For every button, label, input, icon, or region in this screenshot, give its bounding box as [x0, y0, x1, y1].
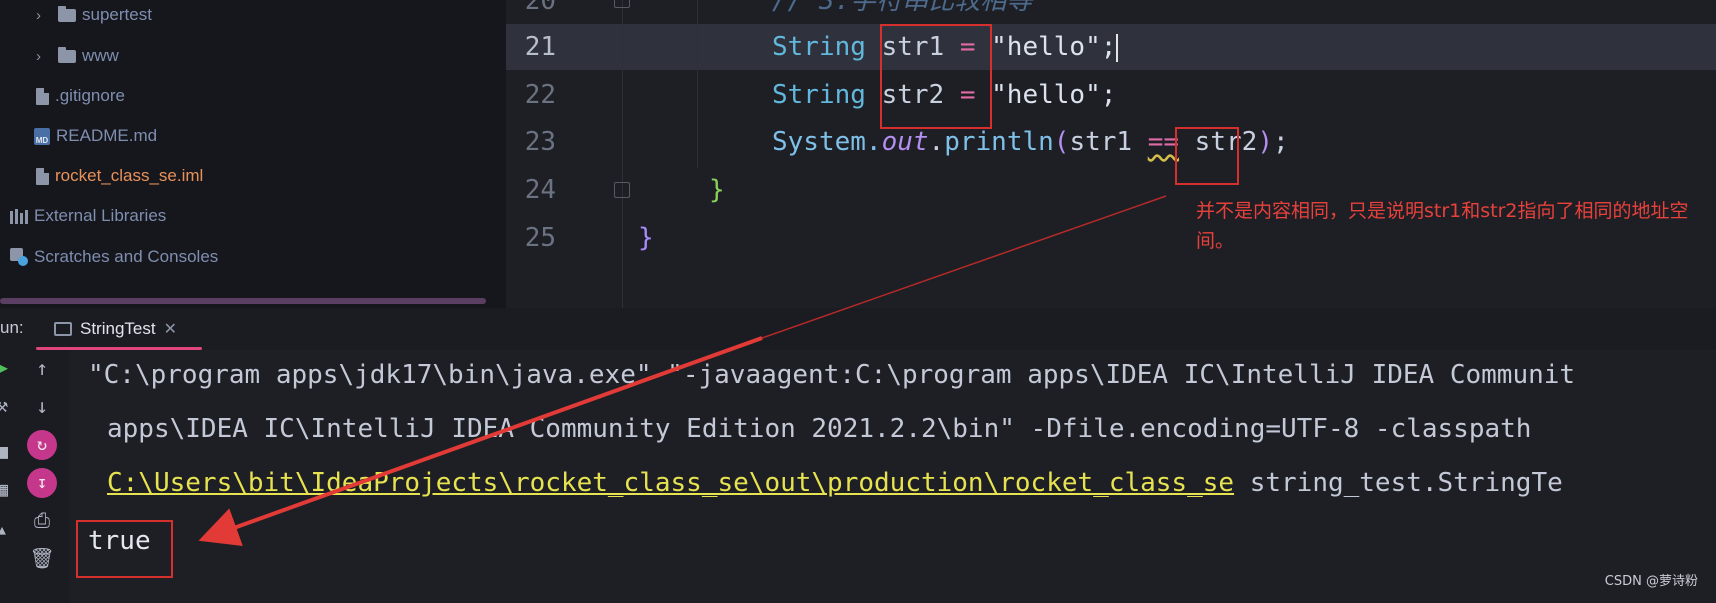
tab-label: StringTest [80, 319, 156, 338]
folder-icon [58, 5, 76, 22]
fold-marker-icon[interactable] [614, 0, 630, 8]
paren: ) [1257, 127, 1273, 157]
trash-icon[interactable]: 🗑 [29, 546, 54, 570]
scroll-to-end-icon[interactable]: ↧ [27, 468, 57, 498]
highlight-box-output [76, 520, 173, 578]
stop-icon[interactable]: ■ [0, 439, 10, 463]
tree-item-label: External Libraries [34, 206, 167, 225]
run-label: un: [0, 318, 24, 337]
class-name: System. [772, 127, 882, 157]
run-tool-window-header: un: StringTest ✕ [0, 308, 1716, 350]
line-number: 21 [524, 32, 556, 62]
file-icon [36, 87, 49, 105]
layout-icon[interactable]: ▦ [0, 477, 10, 501]
tree-item-iml[interactable]: rocket_class_se.iml [36, 159, 203, 193]
argument: str1 [1069, 127, 1148, 157]
console-toolbar: ▶ ↑ ⚒ ↓ ↻ ■ ↧ ▦ ⎙ ▴ 🗑 [0, 350, 70, 603]
scratch-icon [10, 248, 28, 266]
tree-item-gitignore[interactable]: .gitignore [36, 79, 125, 113]
paren: ( [1053, 127, 1070, 157]
module-file-icon [36, 167, 49, 185]
string-literal: "hello"; [975, 32, 1117, 62]
tree-item-label: Scratches and Consoles [34, 247, 219, 266]
semicolon: ; [1272, 127, 1289, 157]
chevron-right-icon[interactable]: › [36, 48, 50, 65]
soft-wrap-icon[interactable]: ↻ [27, 430, 57, 460]
gutter-divider [622, 0, 623, 308]
tree-item-label: .gitignore [55, 86, 125, 105]
run-console[interactable]: ▶ ↑ ⚒ ↓ ↻ ■ ↧ ▦ ⎙ ▴ 🗑 "C:\program apps\j… [0, 350, 1716, 603]
type-keyword: String [772, 80, 866, 110]
tree-item-scratches[interactable]: Scratches and Consoles [10, 240, 218, 274]
chevron-right-icon[interactable]: › [36, 7, 50, 24]
tree-item-label: rocket_class_se.iml [55, 166, 204, 185]
code-editor[interactable]: 20 21 22 23 24 25 // 3.字符串比较相等 String st… [506, 0, 1716, 308]
fold-marker-icon[interactable] [614, 182, 630, 198]
tree-item-label: www [82, 46, 119, 65]
tree-item-label: README.md [56, 126, 158, 145]
markdown-icon: MD [34, 127, 50, 145]
highlight-box-variables [880, 24, 992, 129]
line-number: 23 [524, 127, 556, 157]
watermark: CSDN @萝诗粉 [1604, 574, 1698, 589]
annotation-note: 并不是内容相同，只是说明str1和str2指向了相同的地址空间。 [1196, 200, 1689, 252]
line-number: 24 [524, 175, 556, 205]
string-literal: "hello"; [975, 80, 1117, 110]
tree-item-external-libraries[interactable]: External Libraries [10, 199, 166, 233]
code-comment: // 3.字符串比较相等 [772, 0, 1033, 16]
method-call: println [944, 127, 1054, 157]
close-icon[interactable]: ✕ [164, 319, 177, 339]
wrench-icon[interactable]: ⚒ [0, 393, 10, 417]
line-number: 25 [524, 223, 556, 253]
console-icon [54, 322, 72, 336]
indent-guide [697, 0, 698, 168]
highlight-box-operator [1175, 127, 1239, 185]
project-tree: › supertest › www .gitignore MD README.m… [0, 0, 506, 308]
tree-item-label: supertest [82, 5, 152, 24]
text-caret [1116, 33, 1119, 62]
run-icon[interactable]: ▶ [0, 355, 10, 379]
dot: . [928, 127, 945, 157]
horizontal-scrollbar[interactable] [0, 298, 486, 304]
type-keyword: String [772, 32, 866, 62]
pin-icon[interactable]: ▴ [0, 517, 10, 541]
line-number: 20 [524, 0, 556, 16]
tree-item-readme[interactable]: MD README.md [34, 119, 157, 153]
tree-item-www[interactable]: › www [36, 39, 119, 73]
tree-item-supertest[interactable]: › supertest [36, 0, 152, 32]
classpath-link[interactable]: C:\Users\bit\IdeaProjects\rocket_class_s… [107, 468, 1234, 498]
up-arrow-icon[interactable]: ↑ [30, 356, 54, 380]
line-number: 22 [524, 80, 556, 110]
down-arrow-icon[interactable]: ↓ [30, 394, 54, 418]
main-class: string_test.StringTe [1234, 468, 1563, 498]
console-command-line: "C:\program apps\jdk17\bin\java.exe" "-j… [88, 360, 1576, 390]
library-icon [10, 208, 28, 224]
console-command-line: apps\IDEA IC\IntelliJ IDEA Community Edi… [107, 414, 1532, 444]
console-command-line: C:\Users\bit\IdeaProjects\rocket_class_s… [107, 460, 1563, 506]
closing-brace: } [709, 175, 725, 205]
folder-icon [58, 46, 76, 63]
print-icon[interactable]: ⎙ [30, 508, 54, 532]
closing-brace: } [638, 223, 654, 253]
tab-stringtest[interactable]: StringTest ✕ [36, 308, 202, 350]
static-field: out [881, 127, 929, 157]
